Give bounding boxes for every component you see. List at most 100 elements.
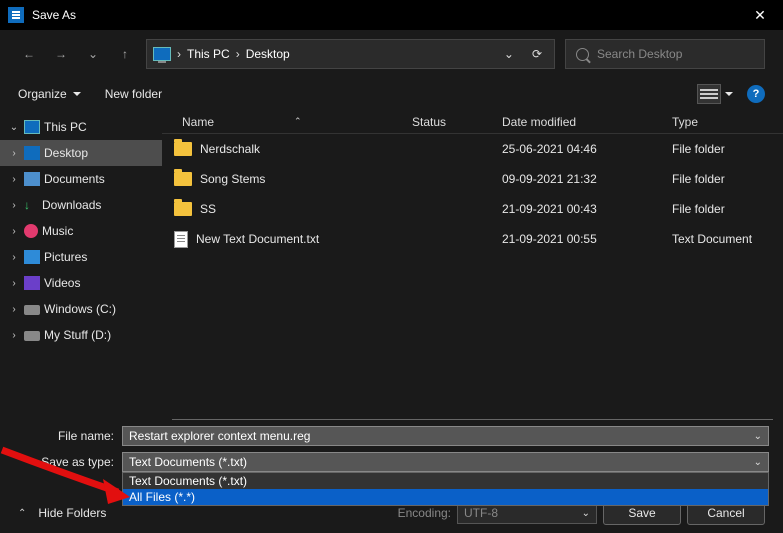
- search-input[interactable]: Search Desktop: [565, 39, 765, 69]
- chevron-right-icon[interactable]: ›: [8, 278, 20, 289]
- chevron-right-icon[interactable]: ›: [8, 226, 20, 237]
- sidebar: ⌄ This PC › Desktop › Documents › Downlo…: [0, 110, 162, 420]
- drive-icon: [24, 331, 40, 341]
- search-placeholder: Search Desktop: [597, 47, 682, 61]
- file-date: 21-09-2021 00:43: [502, 202, 672, 216]
- chevron-right-icon[interactable]: ›: [8, 148, 20, 159]
- help-button[interactable]: ?: [747, 85, 765, 103]
- chevron-right-icon[interactable]: ›: [8, 330, 20, 341]
- breadcrumb-sep: ›: [177, 47, 181, 61]
- chevron-down-icon: ⌄: [582, 508, 590, 519]
- chevron-right-icon[interactable]: ›: [8, 304, 20, 315]
- file-row[interactable]: Song Stems 09-09-2021 21:32 File folder: [162, 164, 783, 194]
- chevron-up-icon: ⌃: [18, 508, 26, 519]
- folder-icon: [174, 202, 192, 216]
- file-date: 25-06-2021 04:46: [502, 142, 672, 156]
- up-button[interactable]: ↑: [114, 42, 136, 66]
- breadcrumb[interactable]: › This PC › Desktop ⌄ ⟳: [146, 39, 555, 69]
- pictures-icon: [24, 250, 40, 264]
- sidebar-item-label: Documents: [44, 172, 105, 186]
- column-type[interactable]: Type: [672, 115, 783, 129]
- chevron-down-icon[interactable]: [725, 92, 733, 96]
- forward-button[interactable]: →: [50, 42, 72, 66]
- column-headers: Name ⌃ Status Date modified Type: [162, 110, 783, 134]
- refresh-button[interactable]: ⟳: [532, 47, 542, 61]
- window-title: Save As: [32, 8, 76, 22]
- file-name: Song Stems: [200, 172, 265, 186]
- chevron-right-icon[interactable]: ›: [8, 174, 20, 185]
- sidebar-item-desktop[interactable]: › Desktop: [0, 140, 162, 166]
- sidebar-item-drive-c[interactable]: › Windows (C:): [0, 296, 162, 322]
- type-dropdown-list: Text Documents (*.txt) All Files (*.*): [122, 472, 769, 506]
- sidebar-item-label: Music: [42, 224, 73, 238]
- file-row[interactable]: SS 21-09-2021 00:43 File folder: [162, 194, 783, 224]
- column-date[interactable]: Date modified: [502, 115, 672, 129]
- file-name: Nerdschalk: [200, 142, 260, 156]
- file-type: File folder: [672, 172, 783, 186]
- filename-field[interactable]: ⌄: [122, 426, 769, 446]
- sidebar-item-this-pc[interactable]: ⌄ This PC: [0, 114, 162, 140]
- type-field[interactable]: Text Documents (*.txt) ⌄: [122, 452, 769, 472]
- app-icon: [8, 7, 24, 23]
- chevron-right-icon[interactable]: ›: [8, 200, 20, 211]
- chevron-down-icon: [73, 92, 81, 96]
- nav-bar: ← → ⌄ ↑ › This PC › Desktop ⌄ ⟳ Search D…: [0, 30, 783, 78]
- documents-icon: [24, 172, 40, 186]
- chevron-down-icon[interactable]: ⌄: [754, 431, 762, 442]
- type-value: Text Documents (*.txt): [129, 455, 247, 469]
- file-type: File folder: [672, 142, 783, 156]
- sidebar-item-label: Windows (C:): [44, 302, 116, 316]
- file-type: Text Document: [672, 232, 783, 246]
- sidebar-item-music[interactable]: › Music: [0, 218, 162, 244]
- chevron-down-icon[interactable]: ⌄: [754, 457, 762, 468]
- pc-icon: [24, 120, 40, 134]
- breadcrumb-leaf[interactable]: Desktop: [246, 47, 290, 61]
- chevron-right-icon[interactable]: ›: [8, 252, 20, 263]
- folder-icon: [174, 172, 192, 186]
- main-pane: ⌄ This PC › Desktop › Documents › Downlo…: [0, 110, 783, 420]
- back-button[interactable]: ←: [18, 42, 40, 66]
- file-pane: Name ⌃ Status Date modified Type Nerdsch…: [162, 110, 783, 420]
- sidebar-item-drive-d[interactable]: › My Stuff (D:): [0, 322, 162, 348]
- breadcrumb-sep: ›: [236, 47, 240, 61]
- file-date: 09-09-2021 21:32: [502, 172, 672, 186]
- encoding-label: Encoding:: [398, 506, 451, 520]
- file-row[interactable]: Nerdschalk 25-06-2021 04:46 File folder: [162, 134, 783, 164]
- type-option-all[interactable]: All Files (*.*): [123, 489, 768, 505]
- file-date: 21-09-2021 00:55: [502, 232, 672, 246]
- column-status[interactable]: Status: [412, 115, 502, 129]
- toolbar: Organize New folder ?: [0, 78, 783, 110]
- file-list: Nerdschalk 25-06-2021 04:46 File folder …: [162, 134, 783, 419]
- new-folder-button[interactable]: New folder: [105, 87, 162, 101]
- view-mode-button[interactable]: [697, 84, 721, 104]
- encoding-value: UTF-8: [464, 506, 498, 520]
- sidebar-root-label: This PC: [44, 120, 87, 134]
- organize-label: Organize: [18, 87, 67, 101]
- breadcrumb-root[interactable]: This PC: [187, 47, 230, 61]
- type-option-txt[interactable]: Text Documents (*.txt): [123, 473, 768, 489]
- column-name[interactable]: Name: [182, 115, 214, 129]
- sidebar-item-pictures[interactable]: › Pictures: [0, 244, 162, 270]
- search-icon: [576, 48, 589, 61]
- sidebar-item-documents[interactable]: › Documents: [0, 166, 162, 192]
- breadcrumb-dropdown[interactable]: ⌄: [504, 47, 514, 61]
- drive-icon: [24, 305, 40, 315]
- type-label: Save as type:: [14, 455, 122, 469]
- sidebar-item-videos[interactable]: › Videos: [0, 270, 162, 296]
- sidebar-item-label: Desktop: [44, 146, 88, 160]
- sidebar-item-downloads[interactable]: › Downloads: [0, 192, 162, 218]
- file-type: File folder: [672, 202, 783, 216]
- downloads-icon: [24, 198, 38, 212]
- file-row[interactable]: New Text Document.txt 21-09-2021 00:55 T…: [162, 224, 783, 254]
- folder-icon: [174, 142, 192, 156]
- recent-caret[interactable]: ⌄: [82, 42, 104, 66]
- filename-input[interactable]: [129, 429, 754, 443]
- videos-icon: [24, 276, 40, 290]
- pc-icon: [153, 47, 171, 61]
- file-name: New Text Document.txt: [196, 232, 319, 246]
- chevron-down-icon[interactable]: ⌄: [8, 122, 20, 133]
- organize-button[interactable]: Organize: [18, 87, 81, 101]
- hide-folders-button[interactable]: Hide Folders: [38, 506, 106, 520]
- sort-indicator: ⌃: [294, 116, 302, 127]
- close-button[interactable]: ✕: [737, 0, 783, 30]
